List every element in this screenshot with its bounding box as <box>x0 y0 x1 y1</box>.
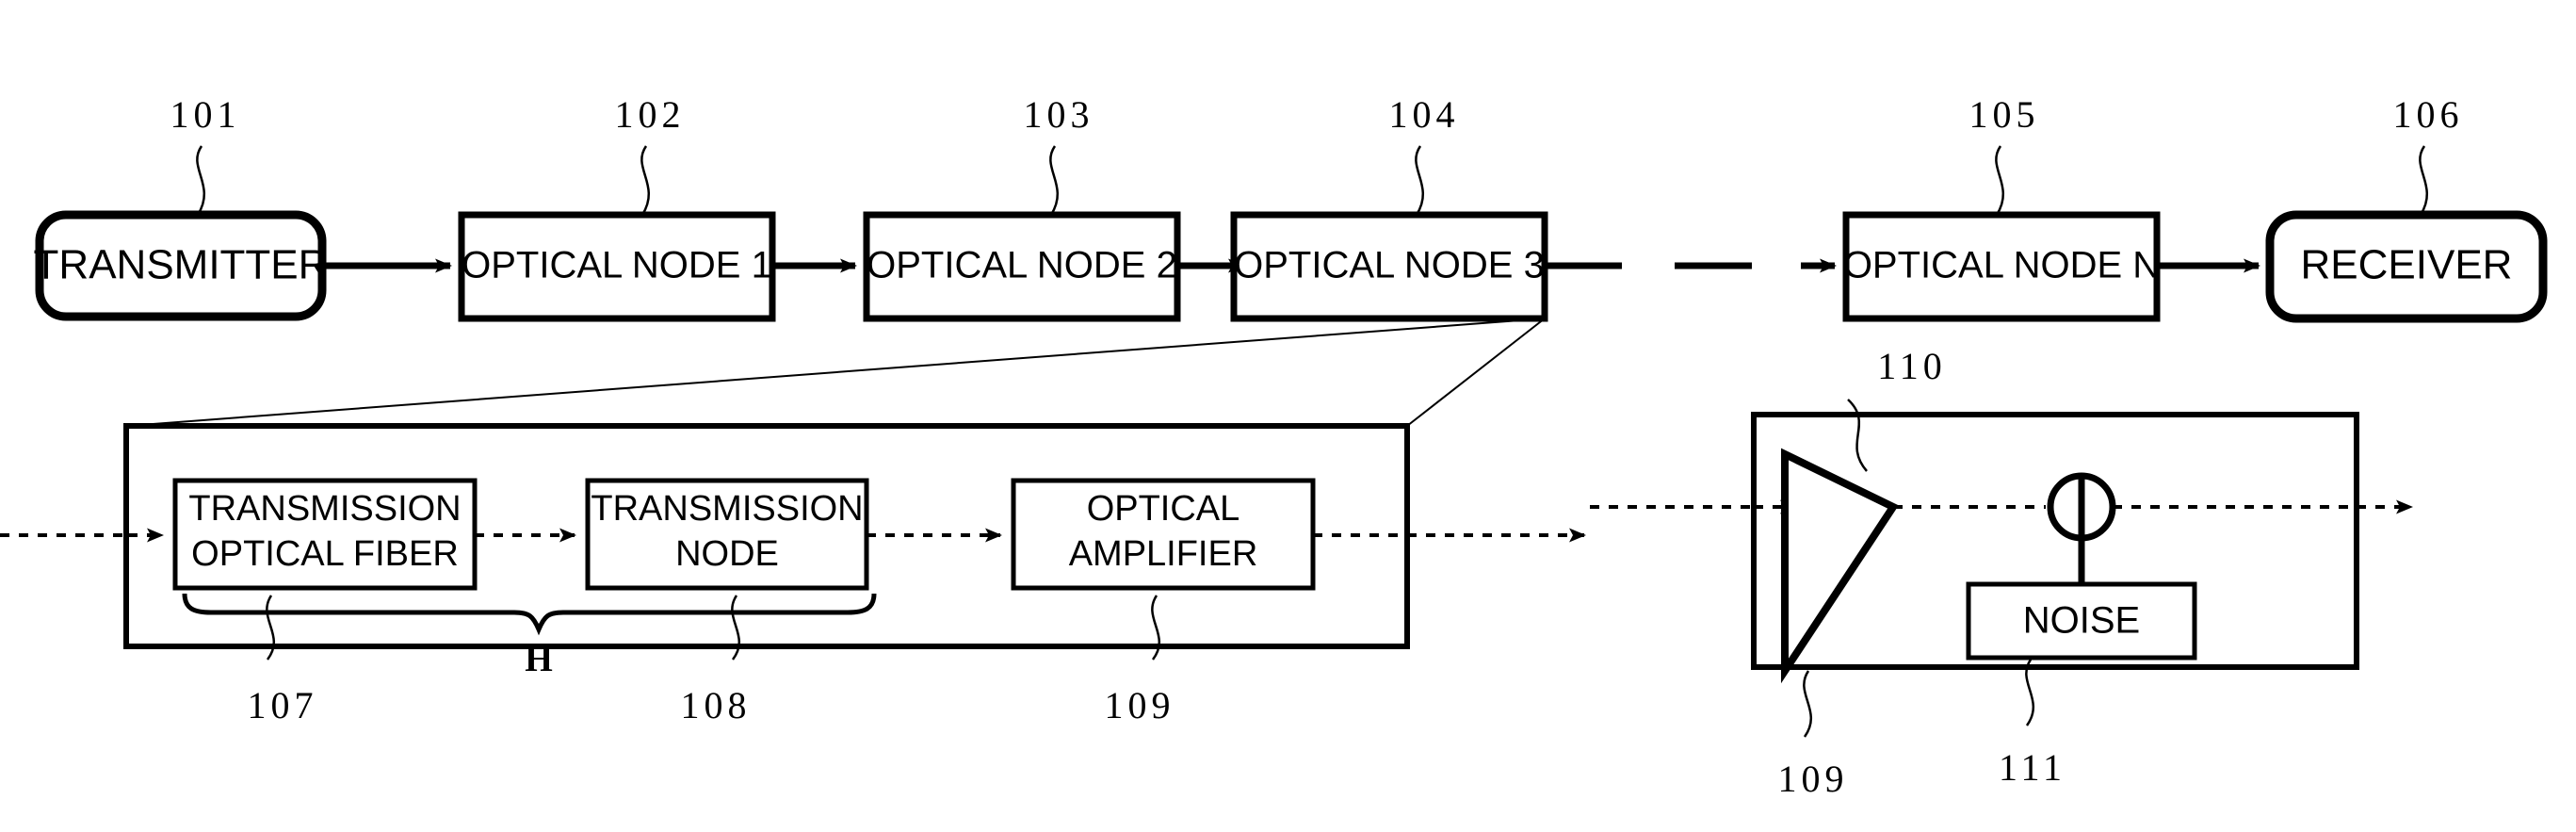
chain-node-optical-3[interactable]: OPTICAL NODE 3 <box>1230 211 1548 322</box>
chain-node-transmitter[interactable]: TRANSMITTER <box>34 210 329 321</box>
chain-node-optical-n[interactable]: OPTICAL NODE N <box>1842 211 2161 322</box>
chain-node-receiver[interactable]: RECEIVER <box>2265 210 2548 323</box>
transmitter-label: TRANSMITTER <box>34 242 329 288</box>
optical-node-1-label: OPTICAL NODE 1 <box>462 245 772 286</box>
noise-label: NOISE <box>2023 600 2140 642</box>
ref-101: 101 <box>170 93 241 136</box>
leader-101 <box>196 145 206 216</box>
ref-105: 105 <box>1969 93 2040 136</box>
optical-node-3-label: OPTICAL NODE 3 <box>1234 245 1545 286</box>
sum-junction-icon[interactable] <box>2047 472 2116 542</box>
callout-line-right <box>1406 318 1546 427</box>
chain-node-optical-1[interactable]: OPTICAL NODE 1 <box>458 211 776 322</box>
ref-103: 103 <box>1024 93 1094 136</box>
leader-109-amp <box>1803 670 1812 738</box>
ref-102-group: 102 <box>615 93 686 216</box>
ref-108: 108 <box>681 684 752 726</box>
transmission-node-label-line1: TRANSMISSION <box>591 489 863 529</box>
ref-109-amp-group: 109 <box>1778 670 1849 800</box>
optical-node-n-label: OPTICAL NODE N <box>1843 245 2160 286</box>
transmission-node-label-line2: NODE <box>675 534 779 574</box>
ref-102: 102 <box>615 93 686 136</box>
detail-block-optical-amplifier[interactable]: OPTICAL AMPLIFIER <box>1011 478 1316 591</box>
brace-label-H: H <box>525 640 553 679</box>
leader-102 <box>640 145 651 216</box>
ref-103-group: 103 <box>1024 93 1094 216</box>
receiver-label: RECEIVER <box>2301 242 2513 288</box>
ref-106-group: 106 <box>2393 93 2464 216</box>
leader-103 <box>1049 145 1060 216</box>
detail-block-transmission-node[interactable]: TRANSMISSION NODE <box>585 478 869 591</box>
ref-105-group: 105 <box>1969 93 2040 216</box>
figure-canvas: TRANSMITTER 101 OPTICAL NODE 1 102 OPTIC… <box>0 93 2548 800</box>
ref-111-group: 111 <box>1999 659 2066 789</box>
optical-node-2-label: OPTICAL NODE 2 <box>867 245 1177 286</box>
patent-figure: TRANSMITTER 101 OPTICAL NODE 1 102 OPTIC… <box>0 0 2576 832</box>
leader-105 <box>1995 145 2005 216</box>
chain-node-optical-2[interactable]: OPTICAL NODE 2 <box>863 211 1181 322</box>
ref-101-group: 101 <box>170 93 241 216</box>
ref-104-group: 104 <box>1389 93 1460 216</box>
ref-106: 106 <box>2393 93 2464 136</box>
ref-104: 104 <box>1389 93 1460 136</box>
transmission-optical-fiber-label-line2: OPTICAL FIBER <box>191 534 459 574</box>
ref-109-detail: 109 <box>1105 684 1175 726</box>
callout-line-left <box>127 318 1546 427</box>
ref-107: 107 <box>248 684 318 726</box>
noise-block[interactable]: NOISE <box>1966 581 2197 661</box>
optical-amplifier-label-line1: OPTICAL <box>1087 489 1240 529</box>
detail-block-transmission-optical-fiber[interactable]: TRANSMISSION OPTICAL FIBER <box>172 478 478 591</box>
transmission-optical-fiber-label-line1: TRANSMISSION <box>188 489 461 529</box>
ref-110: 110 <box>1877 345 1947 387</box>
leader-104 <box>1415 145 1425 216</box>
leader-106 <box>2419 145 2429 216</box>
optical-amplifier-label-line2: AMPLIFIER <box>1069 534 1258 574</box>
ref-111: 111 <box>1999 746 2066 789</box>
ref-109-amp: 109 <box>1778 758 1849 800</box>
